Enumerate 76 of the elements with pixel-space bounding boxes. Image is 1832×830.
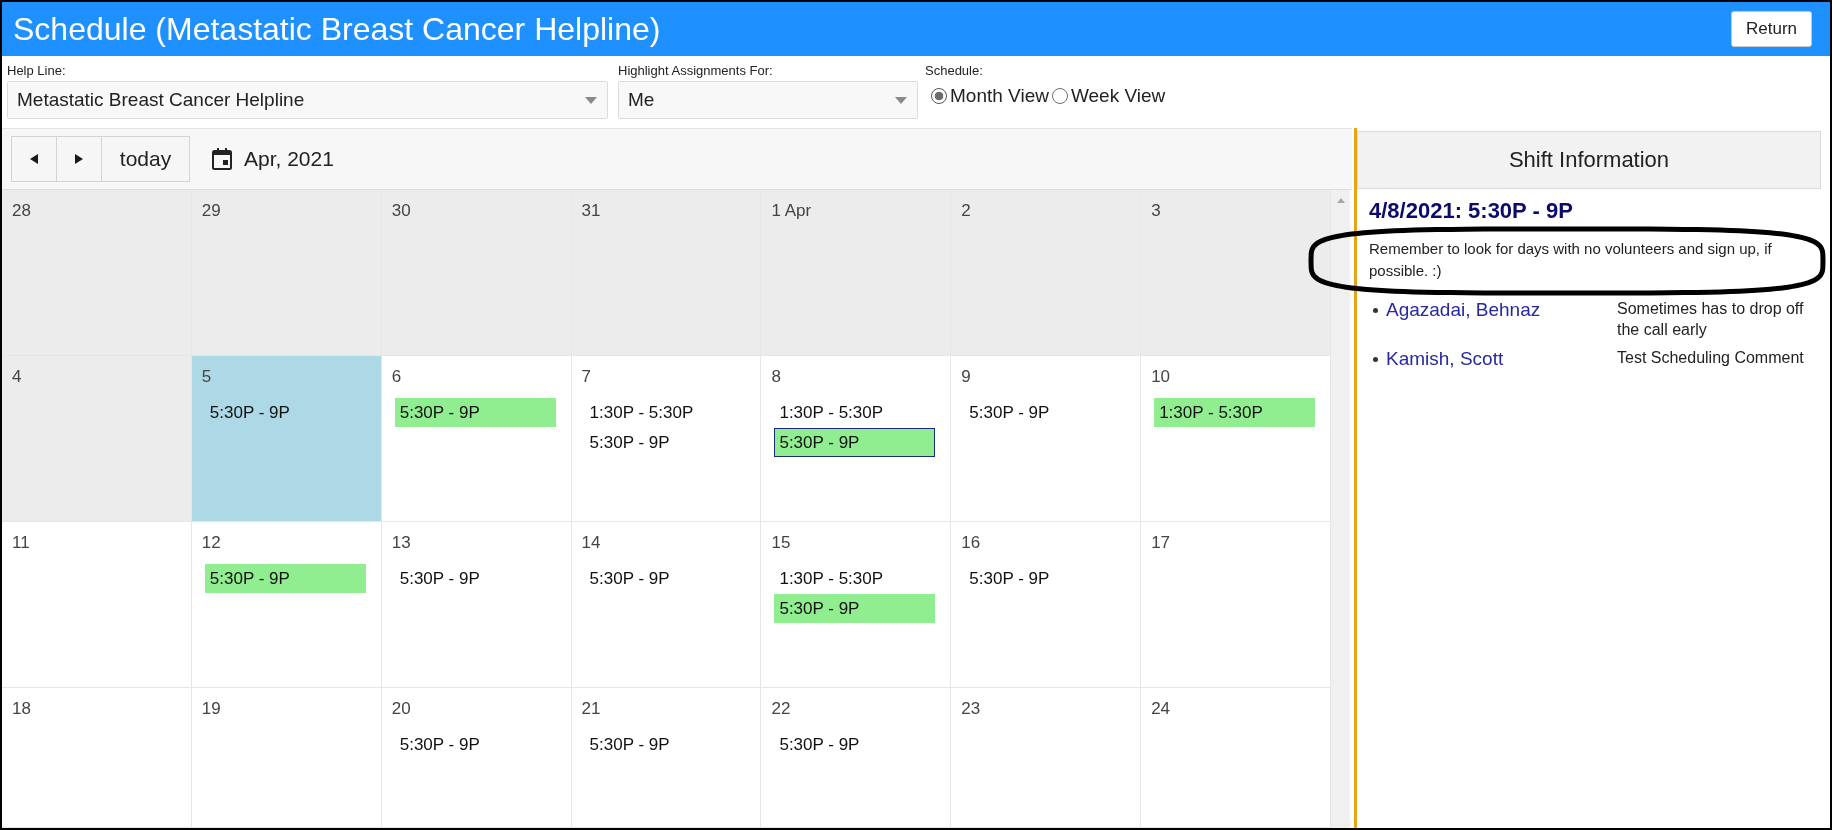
day-number: 24 — [1150, 698, 1171, 720]
panel-title: Shift Information — [1357, 131, 1821, 189]
day-number: 29 — [200, 200, 221, 222]
field-label: Highlight Assignments For: — [618, 63, 773, 79]
day-number: 9 — [960, 366, 971, 388]
volunteer-name[interactable]: Agazadai, Behnaz — [1386, 298, 1541, 322]
shift-event[interactable]: 5:30P - 9P — [774, 594, 936, 623]
shift-event[interactable]: 5:30P - 9P — [204, 564, 366, 593]
day-number: 13 — [390, 532, 411, 554]
volunteer-comment: Sometimes has to drop off the call early — [1617, 299, 1805, 340]
shift-note: Remember to look for days with no volunteers and sign up, if possible. :) — [1369, 239, 1773, 281]
day-number: 18 — [11, 698, 31, 720]
volunteer-name[interactable]: Kamish, Scott — [1386, 347, 1504, 371]
day-number: 30 — [390, 200, 411, 222]
up-arrow-icon — [1336, 198, 1345, 203]
day-number: 1 Apr — [770, 200, 812, 222]
shift-event[interactable]: 5:30P - 9P — [394, 398, 556, 427]
shift-event[interactable]: 1:30P - 5:30P — [1154, 398, 1315, 427]
day-number: 3 — [1150, 200, 1161, 222]
shift-event[interactable]: 1:30P - 5:30P — [774, 564, 936, 593]
day-number: 10 — [1150, 366, 1171, 388]
day-number: 21 — [580, 698, 601, 720]
day-number: 4 — [11, 366, 22, 388]
scrollbar-track[interactable] — [1331, 190, 1350, 828]
highlight-dropdown[interactable]: Me — [618, 81, 918, 119]
day-number: 28 — [11, 200, 31, 222]
shift-event[interactable]: 5:30P - 9P — [964, 398, 1126, 427]
shift-event[interactable]: 5:30P - 9P — [584, 428, 746, 457]
day-number: 22 — [770, 698, 791, 720]
previous-button[interactable] — [11, 136, 57, 182]
day-number: 8 — [770, 366, 781, 388]
field-label: Schedule: — [925, 63, 983, 79]
day-number: 17 — [1150, 532, 1171, 554]
day-number: 20 — [390, 698, 411, 720]
shift-heading: 4/8/2021: 5:30P - 9P — [1369, 199, 1573, 223]
return-button[interactable]: Return — [1730, 11, 1812, 47]
bullet-icon — [1373, 356, 1378, 362]
radio-option[interactable]: Month View — [931, 85, 1049, 107]
shift-event[interactable]: 5:30P - 9P — [584, 730, 746, 759]
today-button[interactable]: today — [101, 136, 190, 182]
radio-icon[interactable] — [931, 88, 947, 104]
shift-event[interactable]: 5:30P - 9P — [394, 730, 556, 759]
caret-down-icon — [585, 96, 597, 104]
shift-event[interactable]: 5:30P - 9P — [204, 398, 366, 427]
radio-option[interactable]: Week View — [1051, 85, 1166, 107]
radio-icon[interactable] — [1051, 88, 1068, 104]
day-number: 5 — [200, 366, 212, 388]
shift-event[interactable]: 5:30P - 9P — [964, 564, 1126, 593]
day-number: 7 — [580, 366, 592, 388]
right-triangle-icon — [75, 154, 83, 164]
shift-event[interactable]: 5:30P - 9P — [394, 564, 556, 593]
shift-event[interactable]: 1:30P - 5:30P — [584, 398, 746, 427]
day-number: 14 — [580, 532, 601, 554]
day-number: 19 — [200, 698, 221, 720]
bullet-icon — [1373, 307, 1378, 313]
shift-event[interactable]: 5:30P - 9P — [584, 564, 746, 593]
day-number: 23 — [960, 698, 981, 720]
day-number: 2 — [960, 200, 971, 222]
volunteer-comment: Test Scheduling Comment — [1617, 348, 1805, 368]
day-number: 15 — [770, 532, 791, 554]
page-title: Schedule (Metastatic Breast Cancer Helpline) — [13, 10, 661, 48]
day-number: 11 — [11, 532, 30, 554]
day-number: 12 — [200, 532, 221, 554]
left-triangle-icon — [30, 154, 38, 164]
day-number: 16 — [960, 532, 981, 554]
month-title: Apr, 2021 — [244, 147, 334, 171]
shift-event[interactable]: 5:30P - 9P — [774, 428, 936, 457]
caret-down-icon — [895, 96, 907, 104]
day-number: 31 — [580, 200, 601, 222]
shift-event[interactable]: 1:30P - 5:30P — [774, 398, 936, 427]
field-label: Help Line: — [7, 63, 66, 79]
help-line-dropdown[interactable]: Metastatic Breast Cancer Helpline — [7, 81, 608, 119]
shift-event[interactable]: 5:30P - 9P — [774, 730, 936, 759]
calendar-icon — [212, 148, 232, 170]
day-number: 6 — [390, 366, 402, 388]
next-button[interactable] — [56, 136, 102, 182]
